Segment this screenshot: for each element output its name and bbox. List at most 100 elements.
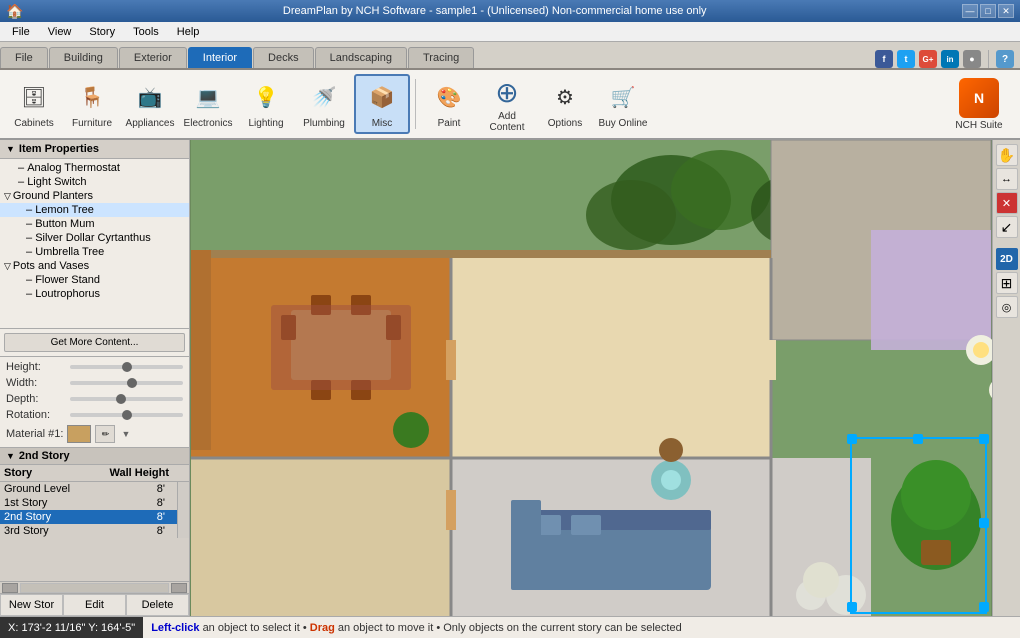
tree-node-lemon-tree[interactable]: – Lemon Tree: [0, 203, 189, 217]
cabinets-icon: 🗄: [16, 80, 52, 116]
google-plus-icon[interactable]: G+: [919, 50, 937, 68]
right-toolbar: ✋ ↔ ✕ ↙ 2D ⊞ ◎: [992, 140, 1020, 616]
get-more-content-button[interactable]: Get More Content...: [4, 333, 185, 352]
tab-interior[interactable]: Interior: [188, 47, 252, 68]
tool-lighting[interactable]: 💡 Lighting: [238, 74, 294, 134]
tool-cabinets[interactable]: 🗄 Cabinets: [6, 74, 62, 134]
tool-electronics[interactable]: 💻 Electronics: [180, 74, 236, 134]
tab-tracing[interactable]: Tracing: [408, 47, 474, 68]
story-rows-scroll[interactable]: Ground Level 8' 1st Story 8' 2nd Story 8…: [0, 482, 177, 538]
depth-row: Depth:: [6, 393, 183, 405]
2d-toggle-button[interactable]: 2D: [996, 248, 1018, 270]
misc-icon: 📦: [364, 80, 400, 116]
story-section: ▼ 2nd Story Story Wall Height Ground Lev…: [0, 447, 189, 616]
tool-paint[interactable]: 🎨 Paint: [421, 74, 477, 134]
material-dropdown[interactable]: ▼: [119, 429, 130, 439]
tool-appliances[interactable]: 📺 Appliances: [122, 74, 178, 134]
tool-furniture[interactable]: 🪑 Furniture: [64, 74, 120, 134]
story-row-3rd[interactable]: 3rd Story 8': [0, 524, 177, 538]
new-story-button[interactable]: New Stor: [0, 594, 63, 616]
toolbar: 🗄 Cabinets 🪑 Furniture 📺 Appliances 💻 El…: [0, 70, 1020, 140]
hscroll-right[interactable]: [171, 583, 187, 593]
tree-node-button-mum[interactable]: – Button Mum: [0, 217, 189, 231]
target-button[interactable]: ◎: [996, 296, 1018, 318]
social-icons: f t G+ in ● ?: [875, 50, 1020, 68]
reset-view-button[interactable]: ↙: [996, 216, 1018, 238]
tree-view[interactable]: – Analog Thermostat – Light Switch ▽ Gro…: [0, 159, 189, 328]
rotation-slider[interactable]: [70, 413, 183, 417]
nch-suite-button[interactable]: N NCH Suite: [944, 74, 1014, 134]
lighting-icon: 💡: [248, 80, 284, 116]
furniture-icon: 🪑: [74, 80, 110, 116]
floor-plan-svg: [190, 140, 992, 616]
tree-node-flower-stand[interactable]: – Flower Stand: [0, 273, 189, 287]
tree-node-lightswitch[interactable]: – Light Switch: [0, 175, 189, 189]
maximize-button[interactable]: □: [980, 4, 996, 18]
appliances-icon: 📺: [132, 80, 168, 116]
more-social-icon[interactable]: ●: [963, 50, 981, 68]
story-scrollbar: [177, 482, 189, 538]
tab-building[interactable]: Building: [49, 47, 118, 68]
story-rows-container: Ground Level 8' 1st Story 8' 2nd Story 8…: [0, 482, 189, 538]
hscroll-left[interactable]: [2, 583, 18, 593]
status-message: Left-click an object to select it • Drag…: [143, 622, 1020, 634]
rotation-row: Rotation:: [6, 409, 183, 421]
menu-story[interactable]: Story: [81, 24, 123, 40]
twitter-icon[interactable]: t: [897, 50, 915, 68]
depth-slider[interactable]: [70, 397, 183, 401]
story-row-ground[interactable]: Ground Level 8': [0, 482, 177, 496]
paint-icon: 🎨: [431, 80, 467, 116]
nch-icon: N: [959, 78, 999, 118]
story-hscrollbar: [0, 581, 189, 593]
width-slider[interactable]: [70, 381, 183, 385]
story-column-headers: Story Wall Height: [0, 465, 189, 482]
coordinates-display: X: 173'-2 11/16" Y: 164'-5": [0, 617, 143, 638]
tool-buy-online[interactable]: 🛒 Buy Online: [595, 74, 651, 134]
linkedin-icon[interactable]: in: [941, 50, 959, 68]
menu-tools[interactable]: Tools: [125, 24, 167, 40]
material-row: Material #1: ✏ ▼: [6, 425, 183, 443]
menu-file[interactable]: File: [4, 24, 38, 40]
window-controls: — □ ✕: [962, 4, 1014, 18]
tab-decks[interactable]: Decks: [253, 47, 314, 68]
grid-button[interactable]: ⊞: [996, 272, 1018, 294]
delete-story-button[interactable]: Delete: [126, 594, 189, 616]
story-table: Story Wall Height Ground Level 8' 1st St…: [0, 465, 189, 581]
tool-options[interactable]: ⚙ Options: [537, 74, 593, 134]
left-panel: ▼ Item Properties – Analog Thermostat – …: [0, 140, 190, 616]
material-edit-button[interactable]: ✏: [95, 425, 115, 443]
tree-node-umbrella-tree[interactable]: – Umbrella Tree: [0, 245, 189, 259]
menu-view[interactable]: View: [40, 24, 80, 40]
edit-story-button[interactable]: Edit: [63, 594, 126, 616]
minimize-button[interactable]: —: [962, 4, 978, 18]
height-slider[interactable]: [70, 365, 183, 369]
hscroll-track: [20, 583, 169, 593]
menu-help[interactable]: Help: [169, 24, 208, 40]
tab-exterior[interactable]: Exterior: [119, 47, 187, 68]
tree-node-ground-planters[interactable]: ▽ Ground Planters: [0, 189, 189, 203]
tree-node-thermostat[interactable]: – Analog Thermostat: [0, 161, 189, 175]
tool-add-content[interactable]: ⊕ Add Content: [479, 74, 535, 134]
close-view-button[interactable]: ✕: [996, 192, 1018, 214]
viewport[interactable]: [190, 140, 992, 616]
tree-node-pots-vases[interactable]: ▽ Pots and Vases: [0, 259, 189, 273]
tab-file[interactable]: File: [0, 47, 48, 68]
tool-misc[interactable]: 📦 Misc: [354, 74, 410, 134]
app-icon: 🏠: [6, 3, 23, 20]
tree-node-silver-dollar[interactable]: – Silver Dollar Cyrtanthus: [0, 231, 189, 245]
material-swatch[interactable]: [67, 425, 91, 443]
electronics-icon: 💻: [190, 80, 226, 116]
facebook-icon[interactable]: f: [875, 50, 893, 68]
pan-tool-button[interactable]: ✋: [996, 144, 1018, 166]
close-button[interactable]: ✕: [998, 4, 1014, 18]
tree-node-loutrophorus[interactable]: – Loutrophorus: [0, 287, 189, 301]
story-row-2nd[interactable]: 2nd Story 8': [0, 510, 177, 524]
story-section-header[interactable]: ▼ 2nd Story: [0, 448, 189, 465]
help-icon[interactable]: ?: [996, 50, 1014, 68]
orbit-tool-button[interactable]: ↔: [996, 168, 1018, 190]
tool-plumbing[interactable]: 🚿 Plumbing: [296, 74, 352, 134]
story-row-1st[interactable]: 1st Story 8': [0, 496, 177, 510]
status-click-label: Left-click: [151, 622, 199, 634]
tab-bar: File Building Exterior Interior Decks La…: [0, 42, 1020, 70]
tab-landscaping[interactable]: Landscaping: [315, 47, 407, 68]
